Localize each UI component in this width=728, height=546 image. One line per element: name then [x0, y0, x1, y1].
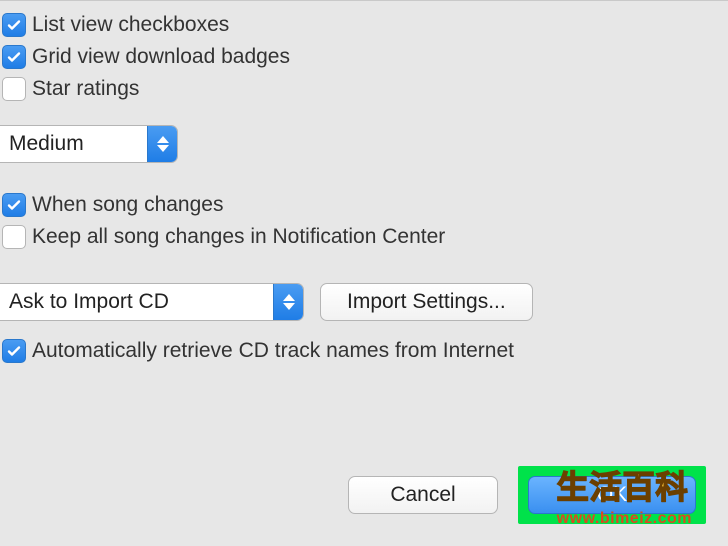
check-icon	[6, 17, 22, 33]
import-settings-button[interactable]: Import Settings...	[320, 283, 533, 321]
ok-button[interactable]: OK	[528, 476, 696, 514]
check-icon	[6, 343, 22, 359]
checkbox-list-view[interactable]	[2, 13, 26, 37]
select-size-value: Medium	[0, 126, 147, 162]
checkbox-auto-retrieve[interactable]	[2, 339, 26, 363]
ok-highlight-box: OK	[518, 466, 706, 524]
checkbox-keep-notifications[interactable]	[2, 225, 26, 249]
import-settings-label: Import Settings...	[347, 290, 506, 314]
ok-label: OK	[597, 483, 627, 507]
checkbox-star-ratings[interactable]	[2, 77, 26, 101]
label-keep-notifications: Keep all song changes in Notification Ce…	[32, 225, 445, 249]
select-cd-action[interactable]: Ask to Import CD	[0, 283, 304, 321]
checkbox-grid-view[interactable]	[2, 45, 26, 69]
label-song-changes: When song changes	[32, 193, 223, 217]
select-cd-action-value: Ask to Import CD	[0, 284, 273, 320]
stepper-arrows-icon	[147, 126, 177, 162]
cancel-label: Cancel	[390, 483, 455, 507]
label-star-ratings: Star ratings	[32, 77, 139, 101]
stepper-arrows-icon	[273, 284, 303, 320]
cancel-button[interactable]: Cancel	[348, 476, 498, 514]
checkbox-song-changes[interactable]	[2, 193, 26, 217]
check-icon	[6, 197, 22, 213]
check-icon	[6, 49, 22, 65]
label-auto-retrieve: Automatically retrieve CD track names fr…	[32, 339, 514, 363]
label-list-view: List view checkboxes	[32, 13, 229, 37]
label-grid-view: Grid view download badges	[32, 45, 290, 69]
select-size[interactable]: Medium	[0, 125, 178, 163]
